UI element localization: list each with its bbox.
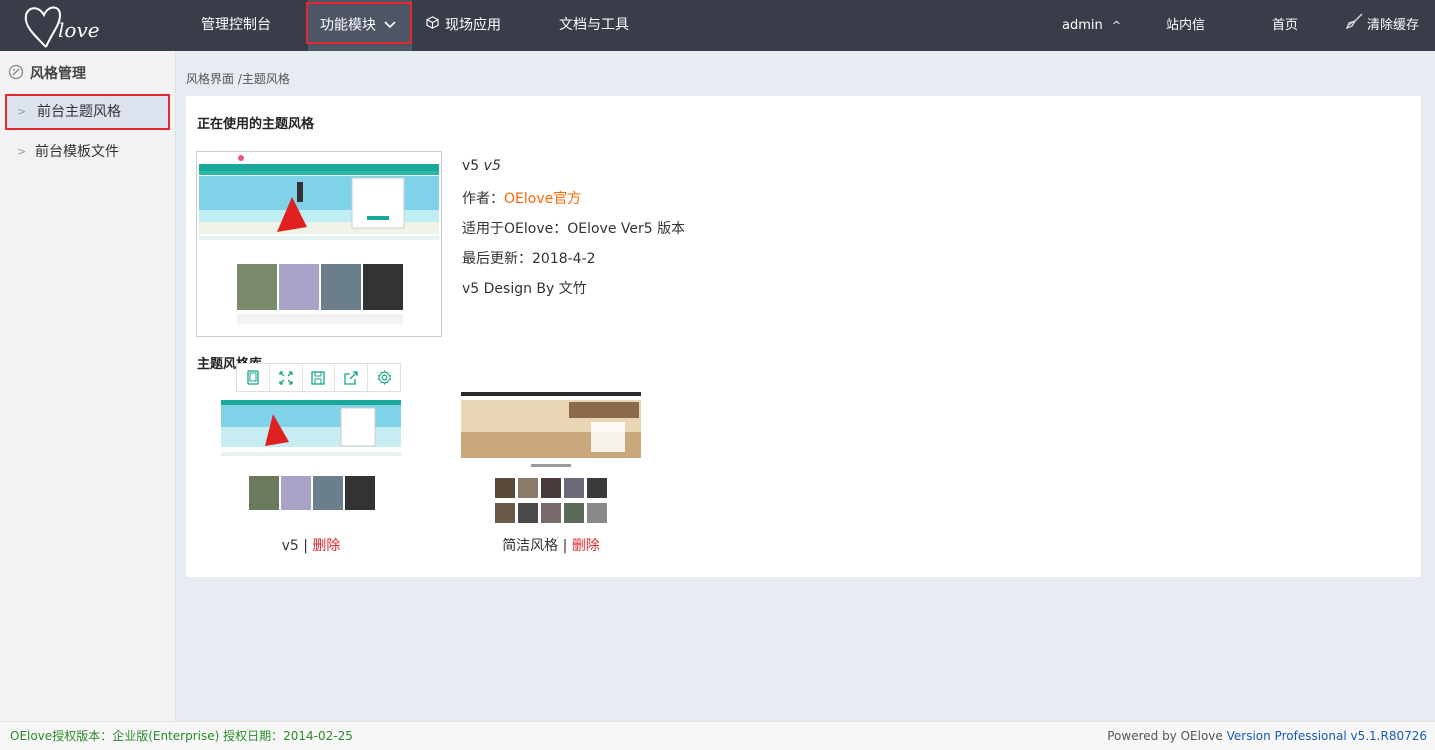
nav-onsite-label: 现场应用 <box>445 17 501 34</box>
delete-theme-link[interactable]: 删除 <box>312 538 340 554</box>
theme-author-link[interactable]: OElove官方 <box>504 191 581 207</box>
library-theme-simple-caption: 简洁风格 | 删除 <box>461 535 641 555</box>
nav-user-label: admin <box>1062 18 1103 33</box>
current-theme-title: 正在使用的主题风格 <box>197 117 315 132</box>
nav-home[interactable]: 首页 <box>1272 0 1298 51</box>
theme-credit: v5 Design By 文竹 <box>462 281 587 297</box>
sidebar-heading: 风格管理 <box>8 63 86 84</box>
breadcrumb: 风格界面 /主题风格 <box>186 72 290 86</box>
chevron-right-icon: > <box>17 105 27 118</box>
top-navbar: love 管理控制台 功能模块 现场应用 文档与工具 admin ^ 站内信 首… <box>0 0 1435 51</box>
theme-caption-name: 简洁风格 <box>502 538 559 554</box>
theme-preview-image <box>221 392 401 527</box>
palette-icon <box>8 64 24 84</box>
expand-icon[interactable] <box>270 364 303 391</box>
sidebar: 风格管理 > 前台主题风格 > 前台模板文件 <box>0 51 176 721</box>
chevron-right-icon: > <box>17 145 27 158</box>
nav-modules-highlight <box>306 2 412 44</box>
delete-theme-link[interactable]: 删除 <box>572 538 600 554</box>
tablet-icon[interactable] <box>237 364 270 391</box>
nav-onsite[interactable]: 现场应用 <box>426 0 501 51</box>
theme-compat: 适用于OElove：OElove Ver5 版本 <box>462 221 686 237</box>
caption-separator: | <box>298 538 313 554</box>
save-icon[interactable] <box>303 364 336 391</box>
cube-icon <box>426 0 439 51</box>
theme-preview-image <box>197 152 441 336</box>
library-theme-v5-thumbnail[interactable] <box>221 392 401 527</box>
sidebar-heading-label: 风格管理 <box>30 66 86 82</box>
theme-updated: 最后更新：2018-4-2 <box>462 251 596 267</box>
theme-author-label: 作者： <box>462 191 504 207</box>
footer: OElove授权版本：企业版(Enterprise) 授权日期：2014-02-… <box>0 721 1435 750</box>
nav-docs[interactable]: 文档与工具 <box>559 0 629 51</box>
gear-icon[interactable] <box>368 364 400 391</box>
sidebar-item-label: 前台模板文件 <box>35 144 119 160</box>
powered-by: Powered by OElove Version Professional v… <box>1107 722 1427 750</box>
theme-author-line: 作者：OElove官方 <box>462 188 581 208</box>
theme-name: v5 <box>462 158 480 174</box>
version-link[interactable]: Version Professional v5.1.R80726 <box>1227 729 1427 743</box>
nav-user[interactable]: admin ^ <box>1062 0 1121 51</box>
svg-text:love: love <box>58 18 100 42</box>
powered-by-label: Powered by OElove <box>1107 729 1227 743</box>
broom-icon <box>1345 0 1364 51</box>
theme-name-italic: v5 <box>483 158 501 174</box>
library-theme-simple-thumbnail[interactable] <box>461 392 641 527</box>
caret-up-icon: ^ <box>1111 19 1122 32</box>
caption-separator: | <box>558 538 572 554</box>
nav-clear-cache-label: 清除缓存 <box>1367 18 1420 33</box>
theme-name-line: v5 v5 <box>462 158 501 174</box>
share-icon[interactable] <box>335 364 369 391</box>
theme-hover-toolbar <box>236 363 401 392</box>
library-theme-v5-caption: v5 | 删除 <box>221 535 401 555</box>
sidebar-item-label: 前台主题风格 <box>37 104 121 120</box>
license-info: OElove授权版本：企业版(Enterprise) 授权日期：2014-02-… <box>10 729 353 743</box>
nav-clear-cache[interactable]: 清除缓存 <box>1345 0 1420 51</box>
theme-preview-image <box>461 392 641 527</box>
nav-messages[interactable]: 站内信 <box>1166 0 1205 51</box>
oelove-logo[interactable]: love <box>22 3 122 49</box>
sidebar-item-theme-style[interactable]: > 前台主题风格 <box>5 94 170 130</box>
theme-caption-name: v5 <box>281 538 299 554</box>
current-theme-preview[interactable] <box>196 151 442 337</box>
nav-dashboard[interactable]: 管理控制台 <box>201 0 271 51</box>
sidebar-item-template-files[interactable]: > 前台模板文件 <box>5 134 170 170</box>
